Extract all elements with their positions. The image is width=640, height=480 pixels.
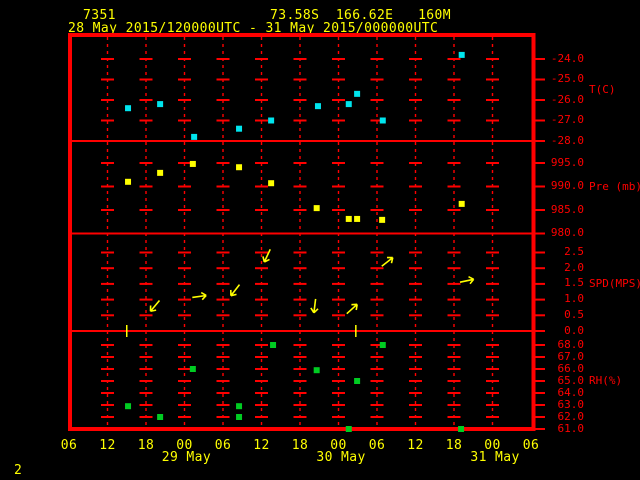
pressure-point [354,215,361,222]
temperature-point [191,133,198,140]
relative-humidity-point [157,414,164,420]
pressure-point [313,205,320,212]
y-tick-label: -28.0 [550,133,584,147]
y-tick-label: 64.0 [557,385,585,399]
temperature-point [125,105,132,112]
temperature-point [236,125,243,132]
pressure-point [458,200,465,207]
x-tick-label: 12 [253,438,270,453]
temperature-point [354,90,361,97]
relative-humidity-point [313,367,320,374]
y-tick-label: 62.0 [557,409,585,423]
y-tick-label: -26.0 [550,92,584,106]
wind-arrow-glyph [346,303,358,315]
relative-humidity-point [236,403,243,410]
pressure-point [157,169,164,176]
relative-humidity-point [125,403,132,410]
temperature-point [458,51,465,58]
wind-arrow-glyph [310,298,319,314]
y-tick-label: 1.0 [564,292,584,306]
axis-name-label: SPD(MPS) [589,277,640,290]
y-tick-label: 2.5 [564,245,584,258]
x-tick-label: 18 [137,438,155,453]
y-tick-label: 1.5 [564,276,584,290]
relative-humidity-point [189,366,196,372]
x-tick-label: 18 [445,438,463,453]
x-tick-label: 18 [291,438,309,453]
temperature-point [345,101,352,108]
relative-humidity-point [270,342,277,348]
y-tick-label: -25.0 [550,72,584,85]
wind-arrow-glyph [262,248,271,263]
wind-arrow [230,284,241,297]
pressure-point [379,216,386,223]
x-tick-label: 12 [407,438,424,453]
wind-arrow [381,256,394,267]
page-indicator: 2 [14,463,23,478]
axis-name-label: RH(%) [589,374,623,387]
y-tick-label: -24.0 [550,51,584,65]
relative-humidity-point [236,414,243,420]
y-tick-label: -27.0 [550,113,584,126]
date-label: 29 May [161,450,212,465]
y-tick-label: 61.0 [557,421,585,435]
y-tick-label: 67.0 [557,349,585,363]
pressure-point [345,215,352,222]
wind-arrow-glyph [459,276,475,285]
relative-humidity-point [458,426,465,432]
wind-arrow [310,298,319,314]
wind-arrow [262,248,271,263]
y-tick-label: 995.0 [550,155,584,169]
y-tick-label: 66.0 [557,361,585,375]
pressure-point [125,178,132,185]
pressure-point [189,160,196,167]
pressure-point [268,180,275,187]
wind-arrow-glyph [192,291,207,301]
y-tick-label: 2.0 [564,260,584,274]
wind-arrow [192,291,207,301]
axis-name-label: T(C) [589,83,616,96]
y-tick-label: 63.0 [557,397,585,411]
wind-arrow [459,276,475,285]
y-tick-label: 0.5 [564,307,584,321]
temperature-point [314,103,321,110]
date-label: 30 May [316,450,366,465]
y-tick-label: 0.0 [564,323,584,337]
wind-arrow-glyph [381,256,394,267]
station-plot-screen: 7351 73.58S 166.62E 160M 28 May 2015/120… [0,0,640,480]
temperature-point [157,101,164,108]
y-tick-label: 990.0 [550,179,584,192]
y-tick-label: 985.0 [550,202,584,216]
temperature-point [268,117,275,124]
y-tick-label: 980.0 [550,226,584,239]
relative-humidity-point [379,342,386,348]
relative-humidity-point [354,378,361,384]
x-tick-label: 12 [99,438,116,453]
y-tick-label: 68.0 [557,337,585,351]
date-label: 31 May [470,450,520,465]
y-tick-label: 65.0 [557,373,585,387]
relative-humidity-point [345,426,352,432]
x-tick-label: 06 [60,438,78,453]
wind-arrow [346,303,358,315]
temperature-point [379,117,386,124]
wind-arrow-glyph [230,284,241,297]
axis-name-label: Pre (mb) [589,180,640,193]
pressure-point [236,164,243,171]
